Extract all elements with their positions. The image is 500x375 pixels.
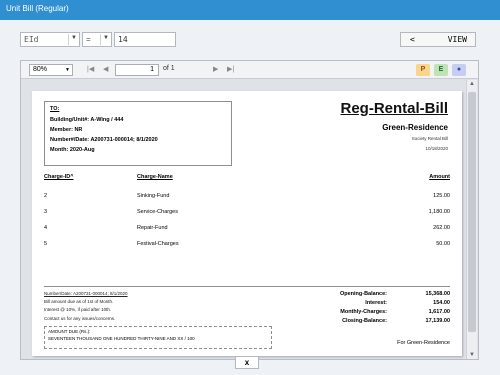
zoom-select[interactable]: 80% ▼ [29, 64, 73, 76]
export-pdf-button[interactable]: P [416, 64, 430, 76]
row-id: 5 [44, 241, 48, 247]
report-viewer: 80% ▼ |◀ ◀ 1 of 1 ▶ ▶| P E ● TO: Buildin… [20, 60, 479, 360]
last-page-icon[interactable]: ▶| [227, 65, 234, 73]
summary-value: 15,368.00 [425, 291, 450, 297]
number-date: Number#/Date: A200731-000014; 8/1/2020 [50, 136, 158, 143]
scroll-down-icon[interactable]: ▼ [469, 352, 475, 358]
window-title: Unit Bill (Regular) [6, 4, 69, 13]
operator-select[interactable]: = ▼ [82, 32, 112, 47]
report-scrollbar[interactable]: ▲ ▼ [466, 80, 477, 359]
report-toolbar: 80% ▼ |◀ ◀ 1 of 1 ▶ ▶| P E ● [21, 61, 478, 79]
row-amount: 1,180.00 [428, 209, 450, 215]
summary-label: Interest: [365, 300, 387, 306]
field-select-divider [68, 34, 69, 45]
bill-title: Reg-Rental-Bill [340, 100, 448, 117]
summary-label: Opening-Balance: [339, 291, 387, 297]
chevron-down-icon: ▼ [103, 35, 109, 41]
amount-due-label: AMOUNT DUE (Rs.): [48, 329, 91, 334]
column-header-amount: Amount [429, 174, 450, 180]
scroll-up-icon[interactable]: ▲ [469, 81, 475, 87]
summary-value: 154.00 [433, 300, 450, 306]
bill-date: 10/18/2020 [425, 146, 448, 151]
next-page-icon[interactable]: ▶ [213, 65, 218, 73]
summary-label: Monthly-Charges: [340, 309, 387, 315]
first-page-icon[interactable]: |◀ [87, 65, 94, 73]
summary-value: 1,617.00 [428, 309, 450, 315]
recipient-box: TO: Building/Unit#: A-Wing / 444 Member:… [44, 101, 232, 166]
row-id: 3 [44, 209, 48, 215]
main-window: EId ▼ = ▼ 14 < VIEW 80% ▼ |◀ ◀ 1 of 1 ▶ … [0, 20, 500, 375]
amount-due-words: SEVENTEEN THOUSAND ONE HUNDRED THIRTY-NI… [48, 335, 195, 341]
member: Member: NR [50, 126, 83, 133]
month: Month: 2020-Aug [50, 146, 95, 153]
operator-select-value: = [86, 35, 91, 44]
footer-number-date: Number/Date: A200731-000014; 8/1/2020 [44, 291, 128, 296]
table-divider [44, 286, 450, 287]
chevron-down-icon: ▼ [71, 35, 77, 41]
building-unit: Building/Unit#: A-Wing / 444 [50, 116, 124, 123]
bill-subtitle: Society Rental Bill [411, 136, 448, 141]
row-name: Repair-Fund [137, 225, 168, 231]
summary-value: 17,139.00 [425, 318, 450, 324]
search-value-input[interactable]: 14 [114, 32, 176, 47]
field-select-value: EId [24, 35, 39, 44]
export-excel-button[interactable]: E [434, 64, 448, 76]
row-name: Festival-Charges [137, 241, 179, 247]
scrollbar-thumb[interactable] [468, 92, 476, 332]
row-amount: 50.00 [436, 241, 450, 247]
page-number-input[interactable]: 1 [115, 64, 159, 76]
note-interest: Interest @ 10%, if paid after 10th. [44, 307, 112, 312]
amount-due-box: AMOUNT DUE (Rs.): SEVENTEEN THOUSAND ONE… [44, 326, 272, 349]
note-due: Bill amount due as of 1st of Month. [44, 299, 114, 304]
row-id: 2 [44, 193, 48, 199]
window-titlebar: Unit Bill (Regular) [0, 0, 500, 20]
summary-label: Closing-Balance: [342, 318, 387, 324]
operator-select-divider [100, 34, 101, 45]
row-name: Service-Charges [137, 209, 178, 215]
row-name: Sinking-Fund [137, 193, 170, 199]
export-other-button[interactable]: ● [452, 64, 466, 76]
zoom-value: 80% [33, 66, 48, 73]
page-count: of 1 [163, 65, 175, 72]
bill-org: Green-Residence [382, 123, 448, 132]
view-button[interactable]: < VIEW [400, 32, 476, 47]
field-select[interactable]: EId ▼ [20, 32, 80, 47]
row-amount: 262.00 [433, 225, 450, 231]
row-amount: 125.00 [433, 193, 450, 199]
to-label: TO: [50, 106, 60, 112]
note-contact: Contact us for any issues/concerns. [44, 316, 116, 321]
view-button-arrow: < [410, 35, 415, 44]
view-button-label: VIEW [447, 35, 467, 44]
chevron-down-icon: ▼ [65, 67, 70, 73]
column-header-name: Charge-Name [137, 174, 173, 180]
row-id: 4 [44, 225, 48, 231]
close-button[interactable]: x [235, 356, 259, 369]
signature-line: For Green-Residence [397, 340, 450, 346]
column-header-id: Charge-ID^ [44, 174, 74, 180]
prev-page-icon[interactable]: ◀ [103, 65, 108, 73]
report-page: TO: Building/Unit#: A-Wing / 444 Member:… [32, 91, 462, 356]
